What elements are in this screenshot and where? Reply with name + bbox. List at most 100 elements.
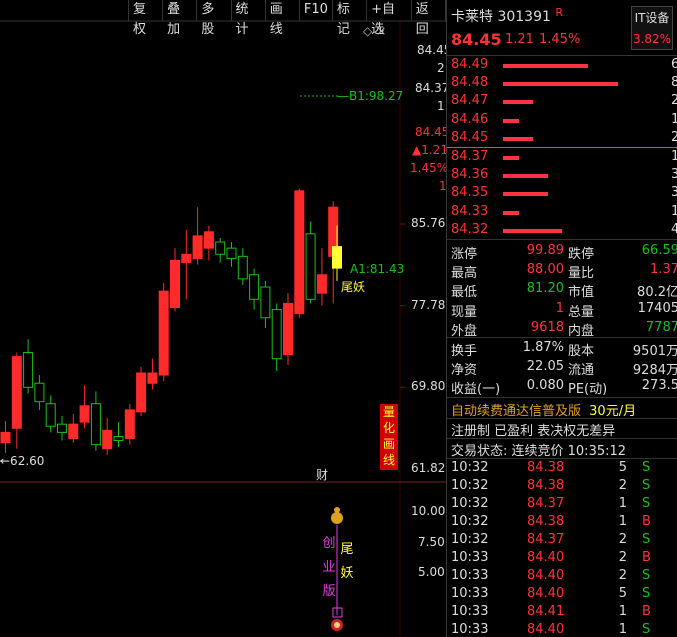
- indicator-chinext-label: 创 业 版: [322, 536, 336, 599]
- tail-demon-label: 尾妖: [341, 280, 366, 294]
- tick-volume: 1: [618, 514, 627, 529]
- low-price-marker: ←62.60: [0, 454, 45, 468]
- kline-chart[interactable]: 复权 叠加 多股 统计 画线 F10 标记 +自选 返回 ◇× 84.45 2 …: [0, 0, 451, 637]
- candle-body[interactable]: [305, 233, 316, 300]
- candle-body[interactable]: [68, 423, 79, 440]
- ask-price: 84.49: [451, 57, 489, 72]
- industry-name: IT设备: [634, 11, 670, 25]
- diamond-icon[interactable]: ◇: [363, 24, 376, 38]
- ask-volume-bar: [503, 118, 519, 123]
- stock-code: 301391: [497, 9, 551, 25]
- stat-value: 9284万: [632, 363, 677, 379]
- indicator-tail-label: 尾 妖: [340, 542, 354, 581]
- stat-value: 273.5: [641, 378, 677, 394]
- bid-volume: 1: [671, 204, 677, 219]
- a1-label: A1:81.43: [350, 262, 405, 276]
- stat-value: 80.2亿: [637, 285, 677, 301]
- axis-y1: 85.76: [411, 216, 446, 230]
- toolbar-add-watchlist-button[interactable]: +自选: [367, 0, 412, 37]
- candle-body[interactable]: [11, 356, 22, 429]
- tick-side: B: [642, 550, 651, 565]
- candle-body[interactable]: [57, 423, 67, 433]
- trade-status: 交易状态: 连续竞价 10:35:12: [451, 444, 627, 459]
- ask-price: 84.48: [451, 75, 489, 91]
- price-change-pct: 1.45%: [539, 32, 581, 47]
- candle-body[interactable]: [0, 431, 11, 444]
- bid-price: 84.37: [451, 149, 489, 164]
- bid-volume: 3: [671, 167, 677, 182]
- tick-side: S: [642, 586, 651, 601]
- bid-volume-bar: [503, 228, 562, 233]
- r-badge-chart-inner: [334, 622, 340, 628]
- candle-body[interactable]: [79, 405, 90, 423]
- ask-volume: 6: [671, 57, 677, 72]
- tick-volume: 1: [618, 496, 627, 511]
- toolbar-stats-button[interactable]: 统计: [232, 0, 266, 37]
- promo-text: 自动续费通达信普及版: [451, 404, 582, 419]
- toolbar-draw-line-button[interactable]: 画线: [266, 0, 300, 37]
- candle-body[interactable]: [158, 290, 169, 376]
- toolbar-mark-button[interactable]: 标记: [333, 0, 368, 37]
- candle-body[interactable]: [136, 372, 147, 413]
- tick-side: S: [642, 532, 651, 547]
- divider: [447, 458, 677, 459]
- candle-body[interactable]: [294, 190, 305, 315]
- candle-body[interactable]: [237, 255, 248, 280]
- tick-volume: 5: [618, 586, 627, 601]
- candle-body[interactable]: [113, 435, 124, 442]
- candle-body[interactable]: [271, 309, 282, 360]
- candle-body[interactable]: [316, 274, 327, 294]
- candle-body[interactable]: [203, 231, 214, 249]
- promo-banner[interactable]: 自动续费通达信普及版 30元/月: [451, 400, 636, 419]
- finance-marker[interactable]: 财: [316, 466, 328, 483]
- divider: [447, 438, 677, 439]
- stat-value: 1.37: [650, 262, 677, 278]
- toolbar-f10-button[interactable]: F10: [300, 0, 333, 21]
- toolbar-back-button[interactable]: 返回: [412, 0, 446, 37]
- ask-volume: 8: [671, 75, 677, 90]
- toolbar-fuquan-button[interactable]: 复权: [128, 0, 164, 37]
- vol-axis-2: 7.50: [418, 535, 445, 549]
- bid-volume-bar: [503, 156, 519, 160]
- tick-volume: 2: [618, 532, 627, 547]
- candle-body[interactable]: [23, 352, 34, 388]
- candle-body[interactable]: [226, 247, 237, 259]
- candle-body[interactable]: [90, 403, 101, 446]
- candle-body[interactable]: [181, 253, 192, 263]
- toolbar-overlay-button[interactable]: 叠加: [163, 0, 198, 37]
- bid-price: 84.36: [451, 167, 489, 183]
- stat-value: 17405: [637, 300, 677, 316]
- candle-body[interactable]: [215, 241, 226, 255]
- tail-candle-body[interactable]: [332, 246, 342, 269]
- candle-body[interactable]: [45, 403, 56, 427]
- divider: [447, 239, 677, 240]
- ask-volume-bar: [503, 64, 588, 68]
- toolbar-multi-stock-button[interactable]: 多股: [197, 0, 232, 37]
- moneybag-icon[interactable]: [331, 512, 343, 524]
- candle-body[interactable]: [283, 302, 293, 356]
- bid-volume-bar: [503, 192, 548, 197]
- bid-volume: 3: [671, 185, 677, 200]
- bid-volume: 4: [671, 222, 677, 237]
- tick-volume: 1: [618, 604, 627, 619]
- industry-box[interactable]: IT设备 3.82%: [631, 6, 673, 50]
- candle-body[interactable]: [170, 259, 180, 309]
- candle-body[interactable]: [34, 382, 45, 403]
- stat-value: 9501万: [632, 344, 677, 359]
- candle-body[interactable]: [102, 429, 113, 450]
- candle-body[interactable]: [192, 235, 203, 259]
- tick-side: B: [642, 514, 651, 529]
- candle-body[interactable]: [147, 372, 158, 384]
- candle-body[interactable]: [260, 286, 271, 319]
- ask-volume: 2: [671, 93, 677, 108]
- candle-body[interactable]: [249, 274, 260, 300]
- vol-axis-3: 5.00: [418, 565, 445, 579]
- candle-body[interactable]: [124, 409, 135, 440]
- close-icon[interactable]: ×: [376, 24, 390, 38]
- stock-name: 卡莱特: [451, 9, 493, 25]
- divider: [447, 55, 677, 56]
- divider: [447, 418, 677, 419]
- quant-drawline-button[interactable]: 量 化 画 线: [380, 404, 398, 470]
- price-change: 1.21: [505, 32, 534, 47]
- tick-side: S: [642, 478, 651, 493]
